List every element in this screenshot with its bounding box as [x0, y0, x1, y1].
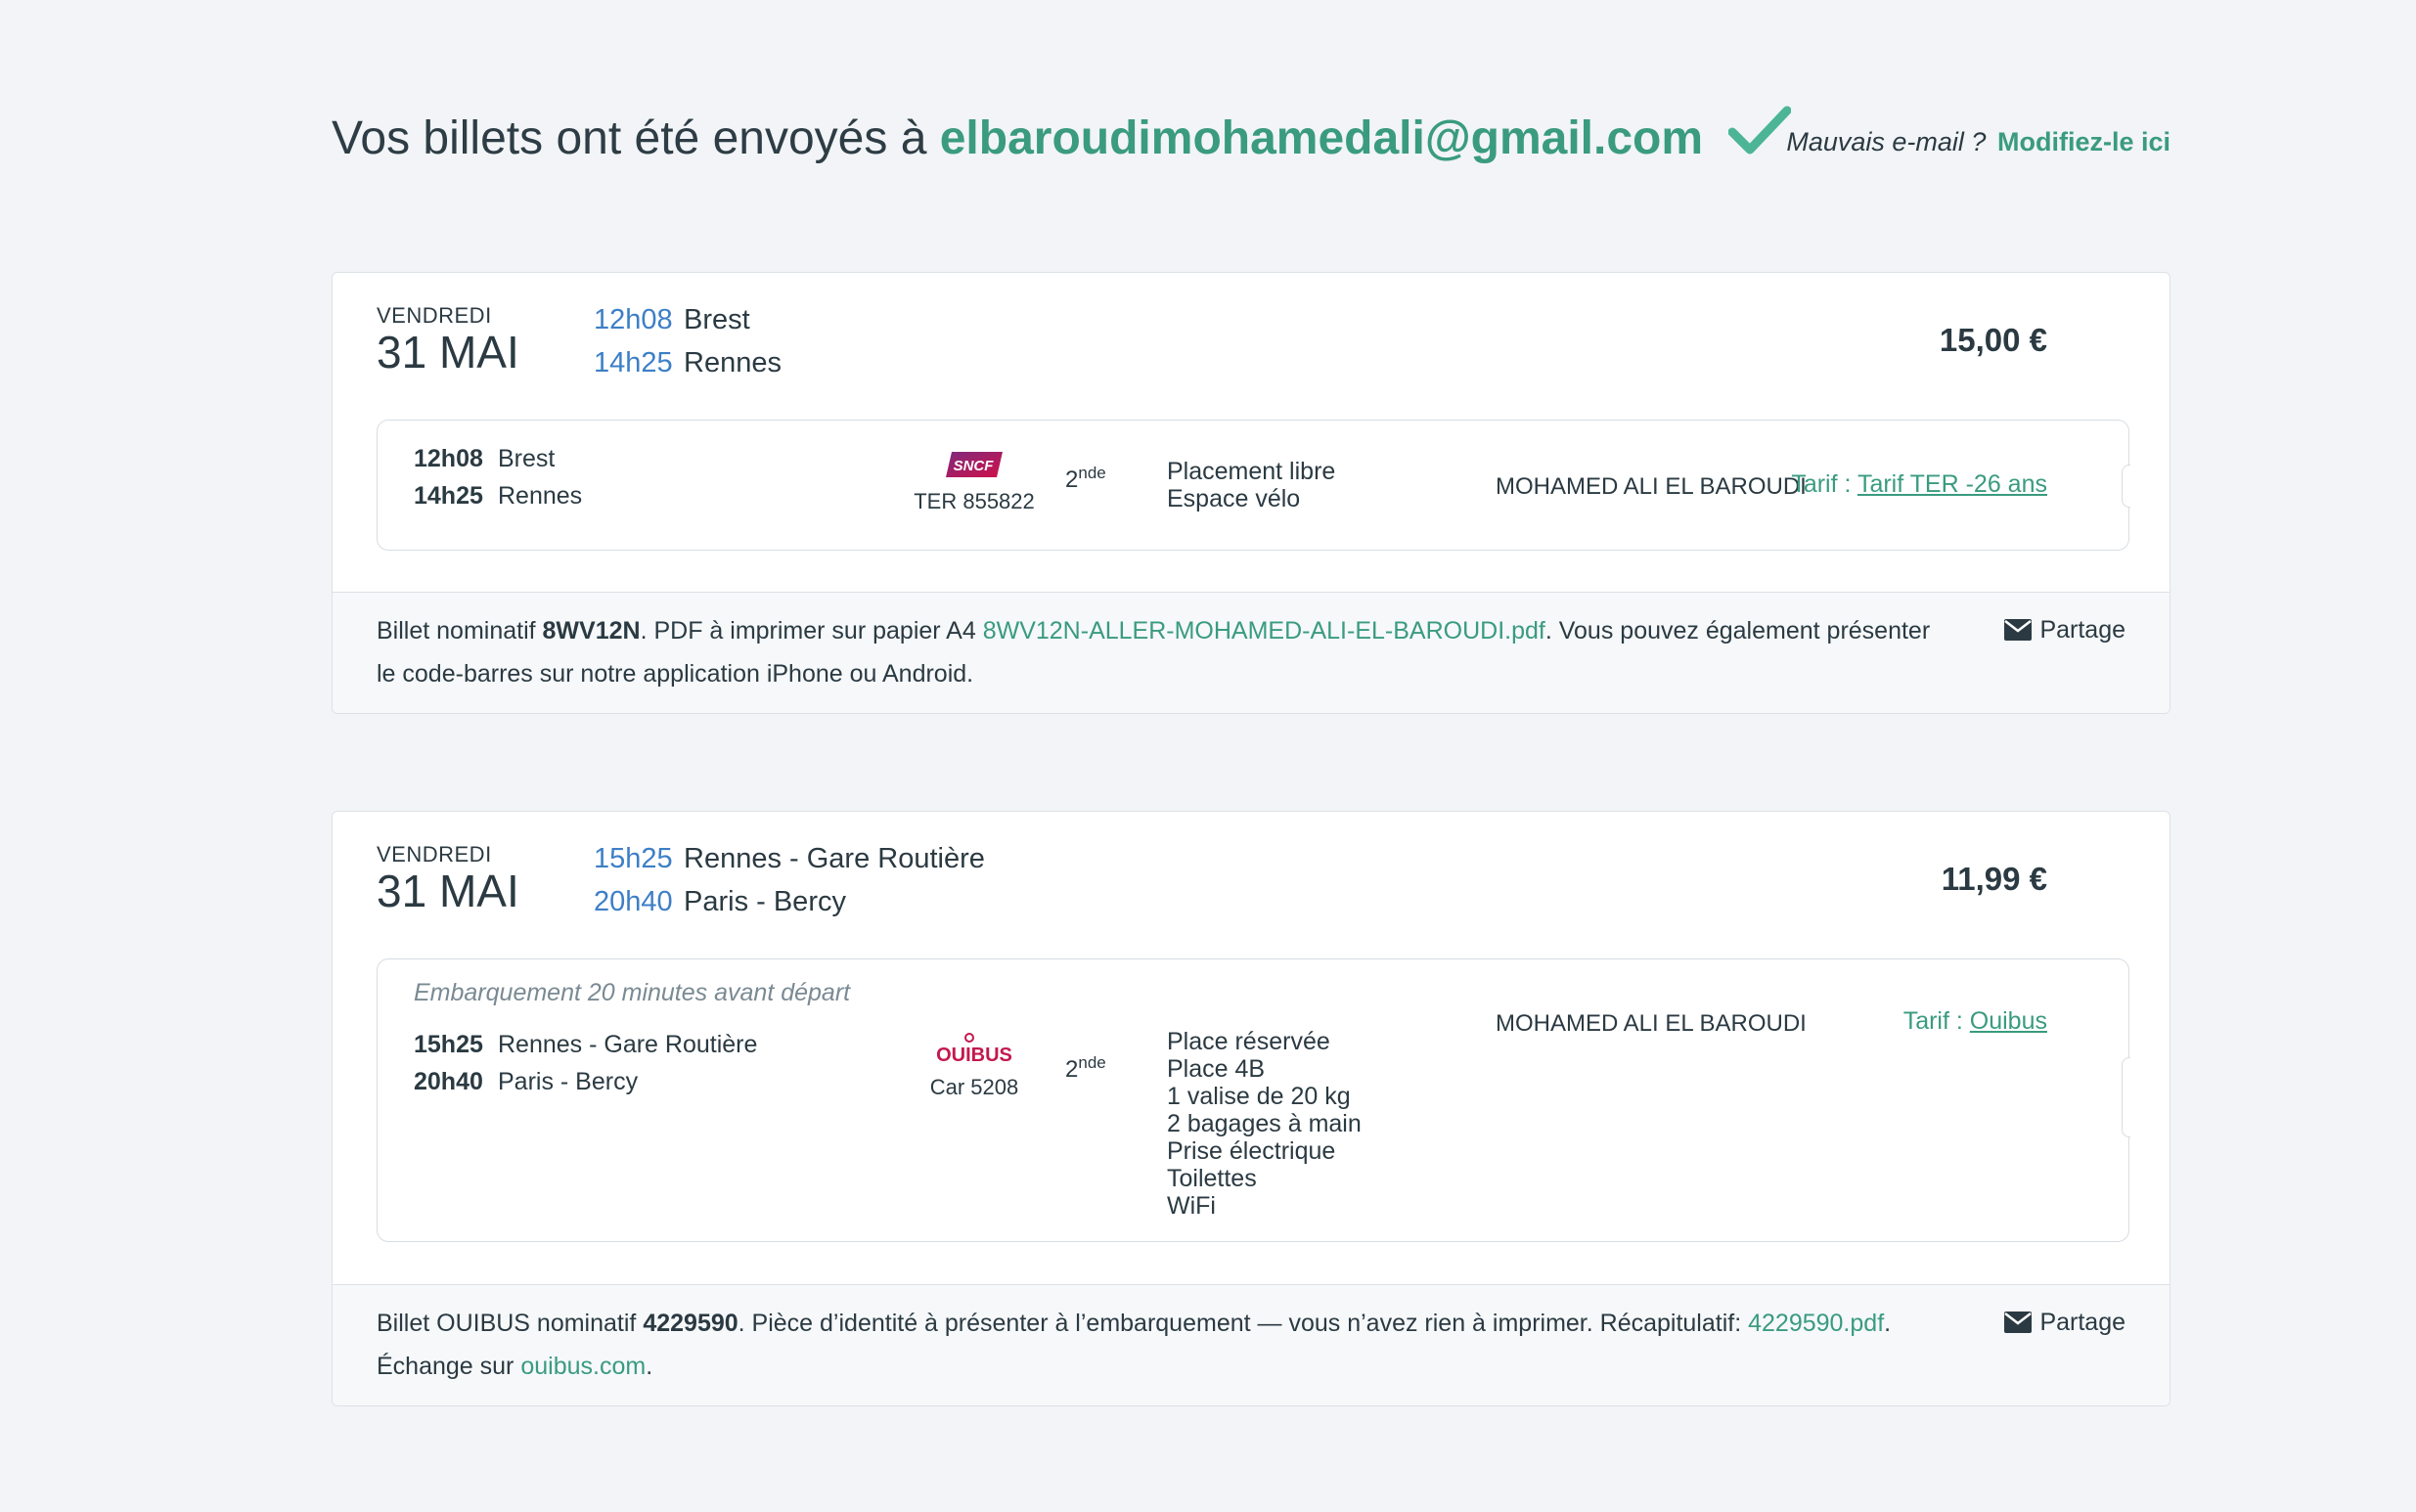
departure-time: 12h08	[594, 304, 673, 335]
trip-summary: VENDREDI 31 MAI 15h25 Rennes - Gare Routi…	[333, 812, 2170, 958]
ticket-info: Billet OUIBUS nominatif 4229590. Pièce d…	[377, 1302, 1942, 1388]
sncf-logo: SNCF	[896, 450, 1052, 485]
feature-item: Toilettes	[1167, 1165, 1257, 1192]
segment-features: Place réservée Place 4B 1 valise de 20 k…	[1167, 1028, 1362, 1220]
confirmation-header: Vos billets ont été envoyés à elbaroudim…	[332, 106, 2170, 184]
segment-arrival-time: 20h40	[414, 1068, 483, 1095]
title-prefix: Vos billets ont été envoyés à	[332, 112, 940, 164]
arrival-station: Rennes	[684, 347, 782, 378]
feature-item: Prise électrique	[1167, 1137, 1336, 1165]
wrong-email-label: Mauvais e-mail ?	[1786, 127, 1987, 156]
trip-segment: Embarquement 20 minutes avant départ 15h…	[377, 958, 2130, 1242]
envelope-icon	[2004, 619, 2033, 641]
ticket-info: Billet nominatif 8WV12N. PDF à imprimer …	[377, 609, 1942, 695]
passenger-name: MOHAMED ALI EL BAROUDI	[1496, 473, 1807, 500]
fare: Tarif : Ouibus	[1903, 1007, 2047, 1036]
wrong-email-notice: Mauvais e-mail ? Modifiez-le ici	[1786, 125, 2170, 158]
trip-card: VENDREDI 31 MAI 12h08 Brest 14h25 Rennes 1…	[332, 272, 2170, 714]
departure-station: Brest	[684, 304, 750, 335]
ticket-info-text: Billet OUIBUS nominatif	[377, 1310, 644, 1337]
segment-edge-tab	[2122, 1057, 2130, 1137]
share-button[interactable]: Partage	[2004, 610, 2125, 649]
fare-label: Tarif :	[1791, 470, 1857, 498]
class-number: 2	[1065, 1056, 1079, 1083]
segment-features: Placement libre Espace vélo	[1167, 458, 1335, 512]
share-label: Partage	[2039, 616, 2125, 644]
carrier: OUIBUS Car 5208	[896, 1032, 1052, 1100]
segment-departure-station: Rennes - Gare Routière	[498, 1031, 758, 1058]
segment-departure-time: 15h25	[414, 1031, 483, 1058]
trip-segment: 12h08 Brest 14h25 Rennes SNCF TER 855822 2…	[377, 420, 2130, 551]
departure-station: Rennes - Gare Routière	[684, 843, 985, 874]
recipient-email: elbaroudimohamedali@gmail.com	[939, 112, 1704, 164]
segment-departure-time: 12h08	[414, 445, 483, 472]
class-suffix: nde	[1078, 1053, 1106, 1072]
ticket-pdf-link[interactable]: 4229590.pdf	[1748, 1310, 1884, 1337]
arrival-time: 14h25	[594, 347, 673, 378]
trip-card: VENDREDI 31 MAI 15h25 Rennes - Gare Routi…	[332, 811, 2170, 1406]
segment-arrival-time: 14h25	[414, 482, 483, 510]
modify-email-link[interactable]: Modifiez-le ici	[1997, 127, 2170, 156]
fare: Tarif : Tarif TER -26 ans	[1791, 470, 2047, 499]
exchange-link[interactable]: ouibus.com	[520, 1353, 646, 1380]
trip-summary: VENDREDI 31 MAI 12h08 Brest 14h25 Rennes 1…	[333, 273, 2170, 420]
share-button[interactable]: Partage	[2004, 1303, 2125, 1342]
feature-item: Place réservée	[1167, 1028, 1330, 1055]
page-title: Vos billets ont été envoyés à elbaroudim…	[332, 106, 1792, 170]
class-number: 2	[1065, 467, 1079, 493]
fare-link[interactable]: Ouibus	[1970, 1007, 2047, 1035]
ouibus-logo-text: OUIBUS	[936, 1045, 1012, 1066]
feature-item: Place 4B	[1167, 1055, 1266, 1083]
ticket-footer: Billet OUIBUS nominatif 4229590. Pièce d…	[333, 1284, 2170, 1405]
ticket-info-text: . PDF à imprimer sur papier A4	[640, 617, 983, 645]
arrival-time: 20h40	[594, 886, 673, 917]
feature-item: 1 valise de 20 kg	[1167, 1083, 1351, 1110]
trip-date: 31 MAI	[377, 327, 519, 378]
arrival-station: Paris - Bercy	[684, 886, 846, 917]
trip-date: 31 MAI	[377, 866, 519, 916]
trip-price: 15,00 €	[1939, 322, 2047, 358]
segment-times: 12h08 Brest 14h25 Rennes	[414, 440, 582, 514]
travel-class: 2nde	[1065, 464, 1106, 494]
ticket-footer: Billet nominatif 8WV12N. PDF à imprimer …	[333, 592, 2170, 713]
ouibus-logo: OUIBUS	[896, 1032, 1052, 1073]
feature-item: Espace vélo	[1167, 485, 1301, 512]
sncf-logo-text: SNCF	[954, 458, 995, 474]
share-label: Partage	[2039, 1309, 2125, 1336]
segment-arrival-station: Rennes	[498, 482, 583, 510]
segment-arrival-station: Paris - Bercy	[498, 1068, 639, 1095]
trip-times: 15h25 Rennes - Gare Routière 20h40 Paris -…	[594, 837, 985, 923]
check-icon	[1727, 105, 1792, 170]
feature-item: Placement libre	[1167, 458, 1336, 485]
ticket-reference: 8WV12N	[542, 617, 641, 645]
ticket-info-text: . Pièce d’identité à présenter à l’embar…	[738, 1310, 1749, 1337]
ticket-pdf-link[interactable]: 8WV12N-ALLER-MOHAMED-ALI-EL-BAROUDI.pdf	[983, 617, 1545, 645]
segment-times: 15h25 Rennes - Gare Routière 20h40 Paris -…	[414, 1026, 757, 1100]
ticket-reference: 4229590	[643, 1310, 738, 1337]
segment-edge-tab	[2122, 465, 2130, 508]
ticket-info-text: Billet nominatif	[377, 617, 543, 645]
departure-time: 15h25	[594, 843, 673, 874]
class-suffix: nde	[1078, 464, 1106, 482]
fare-label: Tarif :	[1902, 1007, 1970, 1035]
boarding-notice: Embarquement 20 minutes avant départ	[414, 979, 851, 1006]
ticket-info-text: .	[646, 1353, 653, 1380]
passenger-name: MOHAMED ALI EL BAROUDI	[1496, 1010, 1807, 1037]
travel-class: 2nde	[1065, 1053, 1106, 1084]
envelope-icon	[2004, 1312, 2033, 1333]
feature-item: WiFi	[1167, 1192, 1216, 1220]
segment-departure-station: Brest	[498, 445, 556, 472]
carrier: SNCF TER 855822	[896, 450, 1052, 514]
fare-link[interactable]: Tarif TER -26 ans	[1857, 470, 2047, 498]
feature-item: 2 bagages à main	[1167, 1110, 1362, 1137]
trip-times: 12h08 Brest 14h25 Rennes	[594, 298, 782, 384]
carrier-vehicle: Car 5208	[929, 1075, 1019, 1099]
carrier-vehicle: TER 855822	[914, 489, 1035, 513]
trip-price: 11,99 €	[1941, 861, 2047, 897]
